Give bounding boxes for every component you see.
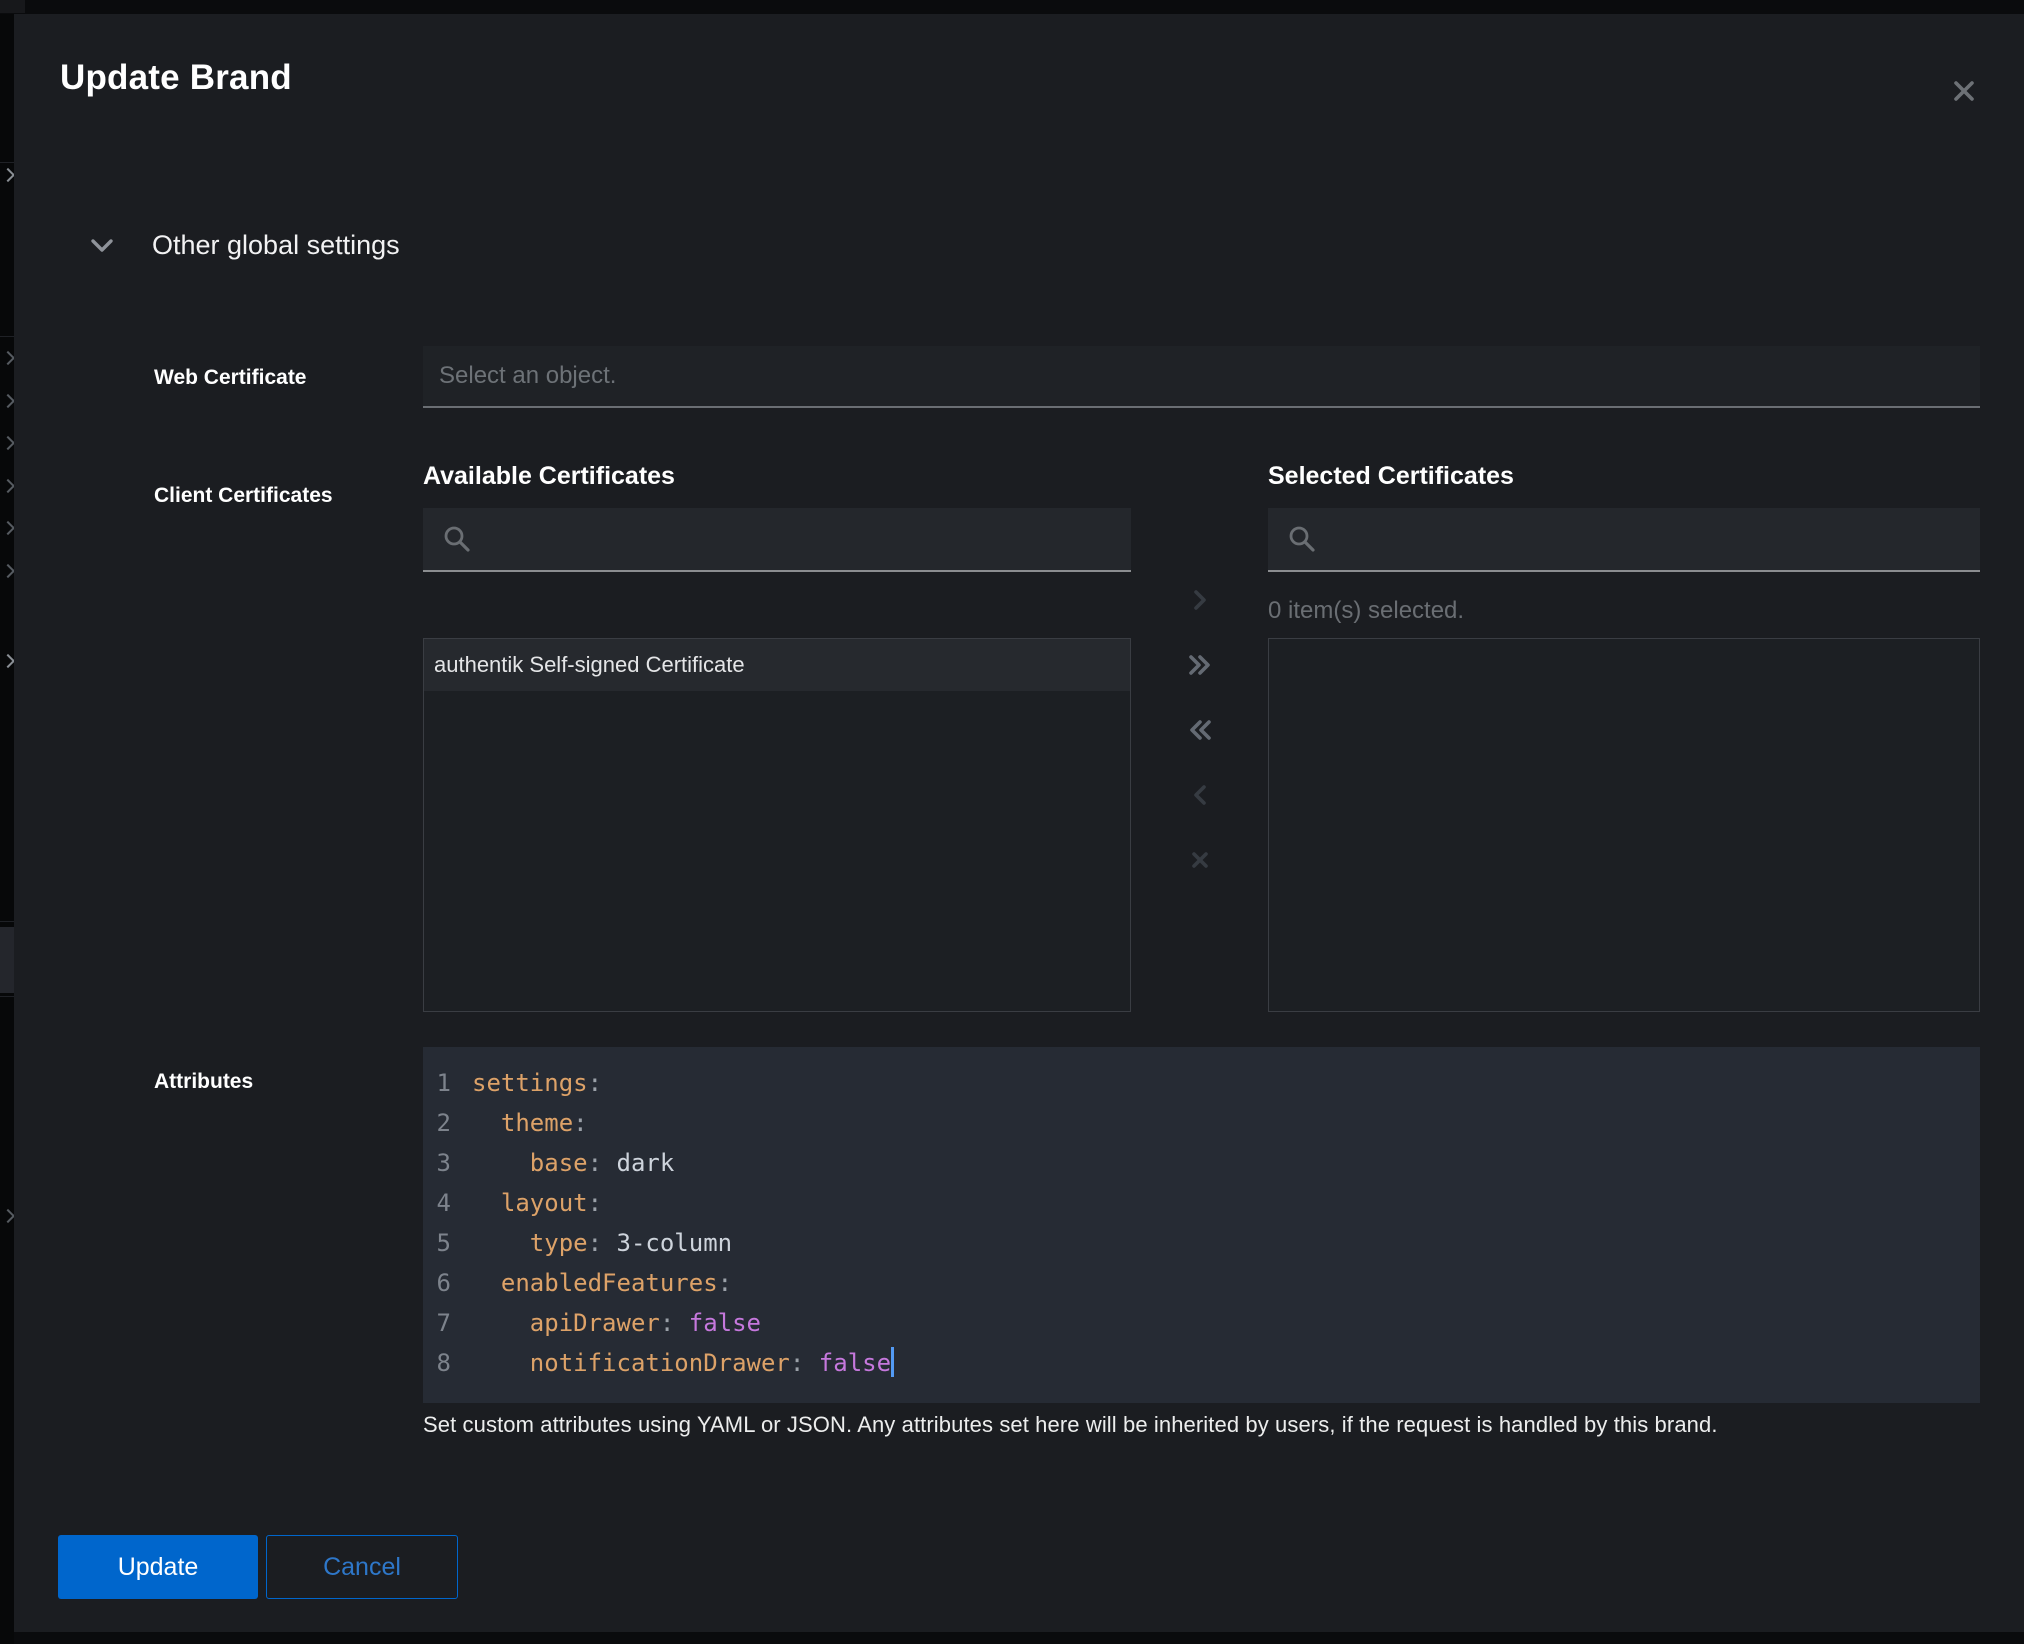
search-icon [1288, 525, 1316, 553]
code-line: 2 theme: [423, 1103, 1980, 1143]
update-button[interactable]: Update [58, 1535, 258, 1599]
attributes-label: Attributes [154, 1070, 253, 1094]
double-chevron-left-icon [1187, 719, 1213, 741]
available-search-box [423, 508, 1131, 572]
clear-selection-button[interactable] [1180, 840, 1220, 880]
available-certificates-title: Available Certificates [423, 462, 675, 491]
attributes-help-text: Set custom attributes using YAML or JSON… [423, 1412, 1718, 1438]
background-chevron-icon [1, 479, 15, 493]
expander-label: Other global settings [152, 230, 400, 261]
code-line: 6 enabledFeatures: [423, 1263, 1980, 1303]
cancel-button[interactable]: Cancel [266, 1535, 458, 1599]
add-all-button[interactable] [1180, 645, 1220, 685]
add-selected-button[interactable] [1180, 580, 1220, 620]
page-title: Update Brand [60, 58, 292, 98]
close-x-glyph [1952, 79, 1976, 103]
code-line: 5 type: 3-column [423, 1223, 1980, 1263]
expander-other-global-settings[interactable]: Other global settings [90, 230, 400, 261]
background-page-corner [0, 0, 25, 13]
web-certificate-select[interactable] [423, 346, 1980, 408]
divider [0, 996, 14, 997]
background-chevron-icon [1, 654, 15, 668]
background-chevron-icon [1, 521, 15, 535]
attributes-code-editor[interactable]: 1settings:2 theme:3 base: dark4 layout:5… [423, 1047, 1980, 1403]
chevron-right-icon [1192, 589, 1208, 611]
selected-certificates-list[interactable] [1268, 638, 1980, 1012]
divider [0, 921, 14, 922]
background-sidebar [0, 14, 14, 1644]
x-icon [1191, 851, 1209, 869]
divider [0, 162, 14, 163]
divider [0, 336, 14, 337]
background-chevron-icon [1, 564, 15, 578]
list-item[interactable]: authentik Self-signed Certificate [424, 639, 1130, 691]
selected-certificates-title: Selected Certificates [1268, 462, 1514, 491]
text-cursor [891, 1347, 894, 1377]
code-line: 8 notificationDrawer: false [423, 1343, 1980, 1383]
update-brand-modal: Update Brand Other global settings Web C… [14, 14, 2024, 1632]
code-line: 7 apiDrawer: false [423, 1303, 1980, 1343]
attributes-code-editor-lines: 1settings:2 theme:3 base: dark4 layout:5… [423, 1063, 1980, 1383]
background-chevron-icon [1, 351, 15, 365]
available-certificates-list[interactable]: authentik Self-signed Certificate [423, 638, 1131, 1012]
background-selected-row [0, 927, 14, 993]
background-chevron-icon [1, 1209, 15, 1223]
selected-search-input[interactable] [1330, 524, 1966, 554]
client-certificates-label: Client Certificates [154, 484, 333, 508]
search-icon [443, 525, 471, 553]
remove-selected-button[interactable] [1180, 775, 1220, 815]
selected-status: 0 item(s) selected. [1268, 597, 1464, 625]
remove-all-button[interactable] [1180, 710, 1220, 750]
background-chevron-icon [1, 394, 15, 408]
chevron-left-icon [1192, 784, 1208, 806]
chevron-down-icon [90, 238, 116, 254]
close-icon[interactable] [1942, 69, 1986, 113]
background-chevron-icon [1, 436, 15, 450]
code-line: 3 base: dark [423, 1143, 1980, 1183]
code-line: 1settings: [423, 1063, 1980, 1103]
web-certificate-label: Web Certificate [154, 366, 307, 390]
double-chevron-right-icon [1187, 654, 1213, 676]
selected-search-box [1268, 508, 1980, 572]
background-chevron-icon [1, 168, 15, 182]
available-search-input[interactable] [485, 524, 1117, 554]
code-line: 4 layout: [423, 1183, 1980, 1223]
